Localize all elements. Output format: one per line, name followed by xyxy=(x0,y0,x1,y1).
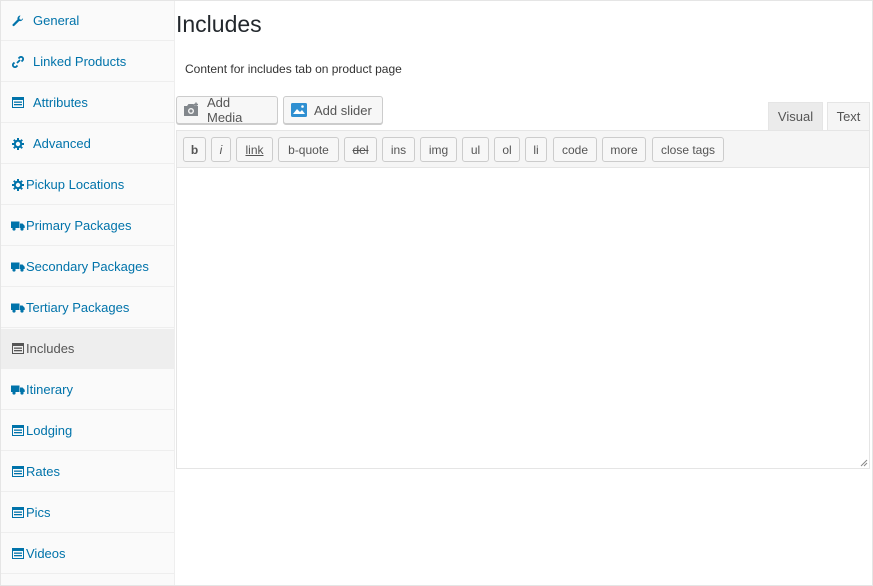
quicktag-del-button[interactable]: del xyxy=(344,137,377,162)
sidebar-item-secondary-packages[interactable]: Secondary Packages xyxy=(1,247,174,287)
quicktag-link-button[interactable]: link xyxy=(236,137,273,162)
add-media-label: Add Media xyxy=(207,95,243,125)
tab-text[interactable]: Text xyxy=(827,102,870,130)
truck-icon xyxy=(11,219,25,233)
truck-icon xyxy=(11,260,25,274)
list-icon xyxy=(11,547,25,561)
sidebar-item-tertiary-packages[interactable]: Tertiary Packages xyxy=(1,288,174,328)
sidebar-item-label: Pickup Locations xyxy=(26,177,125,192)
sidebar-item-label: Itinerary xyxy=(26,382,73,397)
camera-icon xyxy=(183,102,201,118)
gear-icon xyxy=(11,178,25,192)
sidebar-item-label: Attributes xyxy=(33,95,88,110)
sidebar-item-videos[interactable]: Videos xyxy=(1,534,174,574)
tab-visual[interactable]: Visual xyxy=(768,102,823,130)
sidebar-item-label: Videos xyxy=(26,546,66,561)
sidebar-item-label: Rates xyxy=(26,464,60,479)
quicktag-blockquote-button[interactable]: b-quote xyxy=(278,137,339,162)
includes-panel: Includes Content for includes tab on pro… xyxy=(176,1,872,585)
sidebar-item-general[interactable]: General xyxy=(1,1,174,41)
quicktag-img-button[interactable]: img xyxy=(420,137,457,162)
quicktag-li-button[interactable]: li xyxy=(525,137,547,162)
link-icon xyxy=(11,55,25,69)
sidebar-item-label: Advanced xyxy=(33,136,91,151)
quicktag-ol-button[interactable]: ol xyxy=(494,137,520,162)
list-icon xyxy=(11,424,25,438)
sidebar-item-linked-products[interactable]: Linked Products xyxy=(1,42,174,82)
sidebar-item-primary-packages[interactable]: Primary Packages xyxy=(1,206,174,246)
sidebar-item-lodging[interactable]: Lodging xyxy=(1,411,174,451)
wrench-icon xyxy=(11,14,25,28)
list-icon xyxy=(11,96,25,110)
sidebar-item-attributes[interactable]: Attributes xyxy=(1,83,174,123)
page-title: Includes xyxy=(176,11,262,37)
sidebar-item-includes[interactable]: Includes xyxy=(1,329,174,369)
sidebar-item-advanced[interactable]: Advanced xyxy=(1,124,174,164)
sidebar-item-label: Linked Products xyxy=(33,54,127,69)
quicktag-bold-button[interactable]: b xyxy=(183,137,206,162)
resize-handle-icon[interactable] xyxy=(860,459,868,467)
list-icon xyxy=(11,506,25,520)
sidebar-item-label: Tertiary Packages xyxy=(26,300,130,315)
sidebar-item-label: Lodging xyxy=(26,423,73,438)
sidebar-item-itinerary[interactable]: Itinerary xyxy=(1,370,174,410)
truck-icon xyxy=(11,301,25,315)
sidebar-item-pickup-locations[interactable]: Pickup Locations xyxy=(1,165,174,205)
quicktag-code-button[interactable]: code xyxy=(553,137,597,162)
sidebar-item-label: Primary Packages xyxy=(26,218,132,233)
content-textarea[interactable] xyxy=(176,168,870,469)
product-data-panel: General Linked Products Attributes Advan… xyxy=(0,0,873,586)
product-data-tabs: General Linked Products Attributes Advan… xyxy=(1,1,175,585)
list-icon xyxy=(11,342,25,356)
quicktag-more-button[interactable]: more xyxy=(602,137,646,162)
add-slider-button[interactable]: Add slider xyxy=(283,96,383,124)
truck-icon xyxy=(11,383,25,397)
gear-icon xyxy=(11,137,25,151)
sidebar-item-rates[interactable]: Rates xyxy=(1,452,174,492)
quicktag-ul-button[interactable]: ul xyxy=(462,137,489,162)
list-icon xyxy=(11,465,25,479)
sidebar-item-label: Secondary Packages xyxy=(26,259,149,274)
quicktag-ins-button[interactable]: ins xyxy=(382,137,415,162)
sidebar-item-label: Pics xyxy=(26,505,51,520)
slider-icon xyxy=(290,102,308,118)
sidebar-item-label: General xyxy=(33,13,80,28)
quicktag-close-tags-button[interactable]: close tags xyxy=(652,137,724,162)
sidebar-item-label: Includes xyxy=(26,341,75,356)
quicktag-italic-button[interactable]: i xyxy=(211,137,231,162)
field-description: Content for includes tab on product page xyxy=(185,62,402,76)
add-media-button[interactable]: Add Media xyxy=(176,95,278,125)
add-slider-label: Add slider xyxy=(314,102,372,118)
quicktags-toolbar: b i link b-quote del ins img ul ol li co… xyxy=(176,130,870,168)
sidebar-item-pics[interactable]: Pics xyxy=(1,493,174,533)
